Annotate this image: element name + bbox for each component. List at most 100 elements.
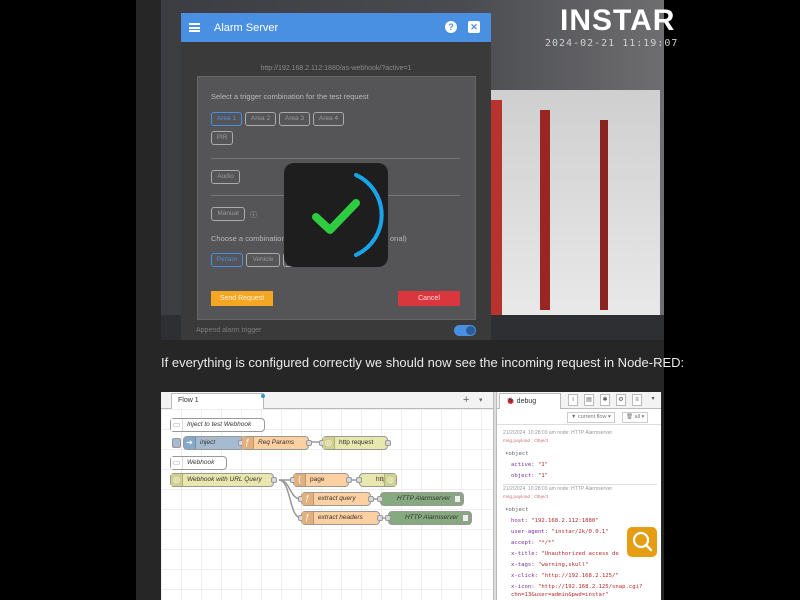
filter-dropdown[interactable]: ▼ current flow ▾: [567, 412, 615, 423]
cancel-button[interactable]: Cancel: [398, 291, 460, 306]
inject-node[interactable]: ➔ inject: [172, 436, 248, 450]
payload-line: user-agent: "instar/2k/0.0.1": [511, 529, 609, 535]
debug-message[interactable]: 21/2/2024, 10:28:03 am node: HTTP Alarms…: [497, 486, 661, 500]
payload-line: x-tags: "warning,skull": [511, 562, 589, 568]
webhook-url: http://192.168.2.112:1880/as-webhook/?ac…: [197, 61, 475, 77]
function-node[interactable]: ƒ extract headers: [298, 511, 383, 525]
payload-line: x-title: "Unauthorized access de: [511, 551, 619, 557]
node-label: Webhook with URL Query: [187, 476, 262, 483]
camera-red-stripe: [600, 120, 608, 310]
object-toggle[interactable]: ▾object: [505, 507, 529, 513]
function-icon: ƒ: [242, 437, 254, 449]
node-label: HTTP Alarmserver: [405, 514, 459, 521]
payload-line: x-click: "http://192.168.2.125/": [511, 573, 619, 579]
clear-dropdown[interactable]: 🗑 all ▾: [622, 412, 649, 423]
node-label: http request: [339, 439, 374, 446]
close-icon[interactable]: ✕: [468, 21, 480, 33]
object-toggle[interactable]: ▾object: [505, 451, 529, 457]
debug-sidebar: 🐞 debug i ▤ ✱ ⚙ ≡ ▾ ▼ current flow ▾ 🗑 a…: [497, 392, 661, 600]
output-port: [271, 477, 277, 483]
function-icon: ƒ: [302, 493, 314, 505]
tab-debug[interactable]: 🐞 debug: [499, 393, 561, 409]
arrow-right-icon: ➔: [184, 437, 196, 449]
divider: [503, 484, 657, 485]
input-port: [385, 515, 391, 521]
area-3-chip[interactable]: Area 3: [279, 112, 310, 126]
panel-title: Alarm Server: [214, 21, 279, 34]
http-request-node[interactable]: ◎ http request: [319, 436, 391, 450]
unsaved-dot: [261, 394, 265, 398]
debug-toggle[interactable]: [462, 514, 469, 522]
area-4-chip[interactable]: Area 4: [313, 112, 344, 126]
node-label: page: [310, 476, 325, 483]
add-flow-icon[interactable]: +: [463, 394, 469, 406]
flow-canvas[interactable]: ▭ Inject to test Webhook ➔ inject ƒ Req …: [161, 409, 493, 600]
instar-logo: INSTAR: [560, 4, 676, 37]
append-trigger-label: Append alarm trigger: [196, 327, 262, 334]
node-red-editor: Flow 1 + ▾ ▭ Inject to test Webhook ➔ in…: [161, 392, 661, 600]
debug-node[interactable]: HTTP Alarmserver: [385, 511, 472, 525]
payload-line: chn=13&user=admin&pwd=instar": [511, 592, 609, 598]
message-meta: 21/2/2024, 10:28:03 am node: HTTP Alarms…: [503, 486, 613, 492]
success-check-icon: [312, 173, 384, 257]
bug-icon[interactable]: ✱: [600, 394, 610, 406]
audio-chip[interactable]: Audio: [211, 170, 240, 184]
search-button[interactable]: [627, 527, 657, 557]
message-topic: msg.payload : Object: [503, 495, 549, 500]
debug-message[interactable]: 21/2/2024, 10:28:03 am node: HTTP Alarms…: [497, 430, 661, 444]
output-port: [385, 440, 391, 446]
database-icon[interactable]: ≡: [632, 394, 642, 406]
input-port: [377, 496, 383, 502]
help-icon[interactable]: ?: [445, 21, 457, 33]
clear-label: all: [634, 414, 641, 420]
node-label: Webhook: [187, 459, 215, 466]
node-label: extract headers: [318, 514, 363, 521]
comment-node[interactable]: ▭ Inject to test Webhook: [170, 418, 265, 432]
chevron-down-icon[interactable]: ▾: [648, 394, 658, 406]
http-in-node[interactable]: ◎ Webhook with URL Query: [170, 473, 277, 487]
camera-red-stripe: [540, 110, 550, 310]
payload-line: accept: "*/*": [511, 540, 555, 546]
debug-node[interactable]: HTTP Alarmserver: [377, 492, 464, 506]
tab-flow-1[interactable]: Flow 1: [171, 393, 264, 409]
book-icon[interactable]: ▤: [584, 394, 594, 406]
node-label: extract query: [318, 495, 356, 502]
function-node[interactable]: ƒ extract query: [298, 492, 374, 506]
payload-line: active: "1": [511, 462, 549, 468]
send-request-button[interactable]: Send Request: [211, 291, 273, 306]
comment-icon: ▭: [171, 457, 183, 469]
template-node[interactable]: { page: [290, 473, 352, 487]
node-label: Req Params: [258, 439, 295, 446]
camera-wall: [480, 90, 660, 320]
function-node[interactable]: ƒ Req Params: [238, 436, 312, 450]
pir-chip[interactable]: PIR: [211, 131, 233, 145]
person-chip[interactable]: Person: [211, 253, 243, 267]
payload-line: x-icon: "http://192.168.2.125/snap.cgi?: [511, 584, 643, 590]
article-caption: If everything is configured correctly we…: [161, 355, 685, 370]
area-2-chip[interactable]: Area 2: [245, 112, 276, 126]
globe-icon: ◎: [323, 437, 335, 449]
info-icon: ⓘ: [250, 212, 257, 219]
info-icon[interactable]: i: [568, 394, 578, 406]
payload-line: host: "192.168.2.112:1880": [511, 518, 599, 524]
debug-toggle[interactable]: [454, 495, 461, 503]
template-icon: {: [294, 474, 306, 486]
area-1-chip[interactable]: Area 1: [211, 112, 242, 126]
http-response-node[interactable]: http ◎: [356, 473, 397, 487]
comment-node[interactable]: ▭ Webhook: [170, 456, 227, 470]
output-port: [368, 496, 374, 502]
globe-icon: ◎: [384, 474, 396, 486]
payload-line: object: "1": [511, 473, 549, 479]
trigger-prompt: Select a trigger combination for the tes…: [211, 92, 369, 101]
globe-icon: ◎: [171, 474, 183, 486]
flow-tabs: Flow 1 + ▾: [161, 392, 493, 409]
vehicle-chip[interactable]: Vehicle: [246, 253, 280, 267]
gear-icon[interactable]: ⚙: [616, 394, 626, 406]
message-meta: 21/2/2024, 10:28:03 am node: HTTP Alarms…: [503, 430, 613, 436]
inject-button[interactable]: [172, 438, 181, 448]
function-icon: ƒ: [302, 512, 314, 524]
append-trigger-toggle[interactable]: [454, 325, 476, 336]
chevron-down-icon[interactable]: ▾: [479, 396, 483, 404]
output-port: [306, 440, 312, 446]
manual-chip[interactable]: Manual: [211, 207, 245, 221]
